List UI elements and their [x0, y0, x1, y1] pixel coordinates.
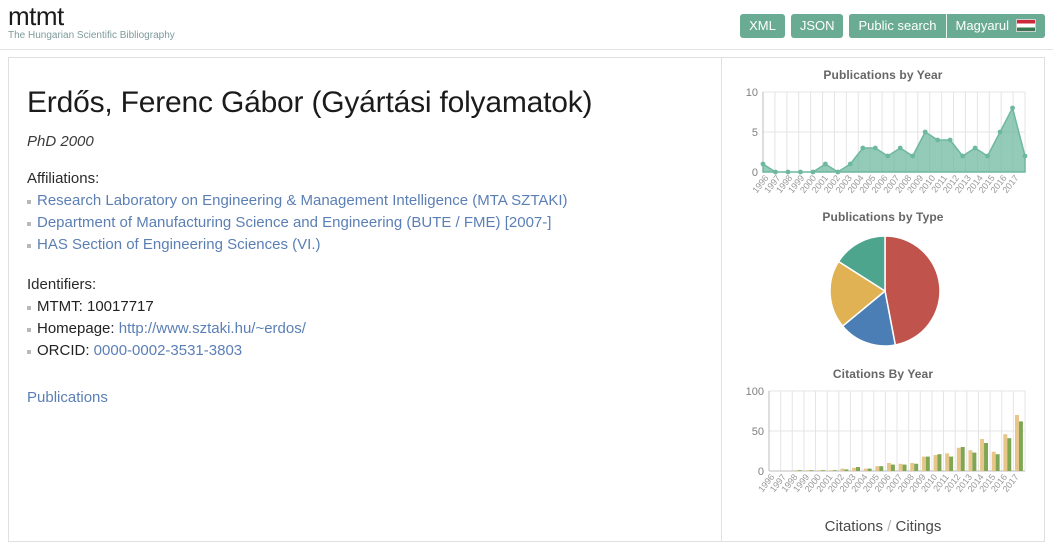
citings-label: Citings [895, 518, 942, 535]
publications-link[interactable]: Publications [27, 389, 108, 406]
homepage-link[interactable]: http://www.sztaki.hu/~erdos/ [119, 320, 306, 337]
bar [844, 469, 849, 471]
list-item: Department of Manufacturing Science and … [25, 212, 705, 234]
bar [933, 455, 938, 471]
bar [797, 470, 802, 471]
degree-text: PhD 2000 [27, 133, 94, 150]
bar [1003, 434, 1008, 471]
bar [828, 470, 833, 471]
bar [921, 456, 926, 471]
identifier-value: 10017717 [87, 298, 154, 315]
affiliation-link[interactable]: Research Laboratory on Engineering & Man… [37, 192, 568, 209]
bar [937, 454, 942, 471]
bar [852, 467, 857, 471]
content-panel: Erdős, Ferenc Gábor (Gyártási folyamatok… [8, 57, 1045, 542]
brand-tagline: The Hungarian Scientific Bibliography [8, 30, 175, 41]
area-chart-svg: 0510199619971998199920002001200220032004… [746, 87, 1028, 195]
bar [1018, 421, 1023, 471]
bar [856, 467, 860, 471]
caption-separator: / [887, 518, 892, 535]
identifier-label: MTMT: [37, 298, 83, 315]
affiliations-list: Research Laboratory on Engineering & Man… [25, 190, 705, 256]
bar [817, 470, 822, 471]
citations-by-year-chart: Citations By Year 0 50 100 1996 1997 1998 1999… [728, 367, 1038, 503]
chart-title: Citations By Year [832, 367, 934, 381]
affiliation-link[interactable]: Department of Manufacturing Science and … [37, 214, 551, 231]
bar [902, 464, 907, 471]
list-item: MTMT: 10017717 [25, 296, 705, 318]
bar [809, 470, 814, 471]
header-actions: XML JSON Public search Magyarul [740, 14, 1045, 38]
svg-text:10: 10 [746, 87, 758, 99]
svg-text:50: 50 [752, 426, 764, 438]
bar [821, 470, 826, 471]
bar [956, 447, 961, 471]
citations-label: Citations [824, 518, 883, 535]
svg-text:0: 0 [752, 167, 758, 179]
bar [910, 463, 915, 471]
list-item: Homepage: http://www.sztaki.hu/~erdos/ [25, 318, 705, 340]
site-brand[interactable]: mtmt The Hungarian Scientific Bibliograp… [8, 2, 175, 42]
svg-text:5: 5 [752, 127, 758, 139]
bar [863, 468, 868, 471]
bar [840, 468, 845, 471]
language-label: Magyarul [955, 18, 1009, 33]
bar [984, 443, 988, 471]
bar [832, 470, 837, 471]
json-button[interactable]: JSON [790, 14, 844, 38]
svg-text:0: 0 [758, 466, 764, 478]
bar [914, 463, 919, 471]
bar [1007, 438, 1012, 471]
bar [991, 451, 996, 471]
list-item: Research Laboratory on Engineering & Man… [25, 190, 705, 212]
bar [886, 463, 891, 471]
bar [960, 447, 965, 471]
button-divider [945, 14, 947, 38]
page-title: Erdős, Ferenc Gábor (Gyártási folyamatok… [27, 86, 593, 119]
bar [890, 464, 895, 471]
pie-chart-svg [829, 235, 941, 347]
publications-by-year-chart: Publications by Year 0 5 10 1996 1997 1998 199… [728, 68, 1038, 204]
bar [945, 453, 950, 471]
bar [972, 452, 977, 471]
public-search-button[interactable]: Public search [849, 14, 946, 38]
profile-column: Erdős, Ferenc Gábor (Gyártási folyamatok… [9, 58, 722, 541]
identifier-label: ORCID: [37, 342, 90, 359]
pie-slice [884, 235, 941, 346]
citations-series-caption: Citations / Citings [722, 518, 1044, 535]
bar [898, 463, 903, 471]
bar-chart-svg: 0501001996199719981999200020012002200320… [746, 386, 1026, 494]
bar [1014, 415, 1019, 471]
bar [867, 468, 872, 471]
orcid-link[interactable]: 0000-0002-3531-3803 [94, 342, 242, 359]
brand-title: mtmt [8, 1, 64, 31]
site-header: mtmt The Hungarian Scientific Bibliograp… [0, 0, 1053, 50]
bar [925, 456, 930, 471]
bar [968, 450, 973, 471]
svg-text:100: 100 [746, 386, 764, 398]
affiliation-link[interactable]: HAS Section of Engineering Sciences (VI.… [37, 236, 320, 253]
charts-column: Publications by Year 0 5 10 1996 1997 1998 199… [722, 58, 1044, 541]
language-button[interactable]: Magyarul [946, 14, 1045, 38]
chart-title: Publications by Year [823, 68, 943, 82]
bar [875, 466, 880, 471]
identifier-label: Homepage: [37, 320, 115, 337]
bar [949, 456, 954, 471]
bar [805, 470, 810, 471]
page-root: mtmt The Hungarian Scientific Bibliograp… [0, 0, 1053, 550]
list-item: HAS Section of Engineering Sciences (VI.… [25, 234, 705, 256]
bar [995, 454, 1000, 471]
publications-by-type-chart: Publications by Type [728, 210, 1038, 361]
identifiers-list: MTMT: 10017717 Homepage: http://www.szta… [25, 296, 705, 362]
search-language-group: Public search Magyarul [849, 14, 1045, 38]
xml-button[interactable]: XML [740, 14, 785, 38]
bar [879, 466, 884, 471]
chart-title: Publications by Type [822, 210, 944, 224]
affiliations-label: Affiliations: [27, 170, 100, 187]
bar [793, 470, 798, 471]
bar [980, 439, 985, 471]
hungarian-flag-icon [1016, 19, 1036, 32]
identifiers-label: Identifiers: [27, 276, 97, 293]
list-item: ORCID: 0000-0002-3531-3803 [25, 340, 705, 362]
